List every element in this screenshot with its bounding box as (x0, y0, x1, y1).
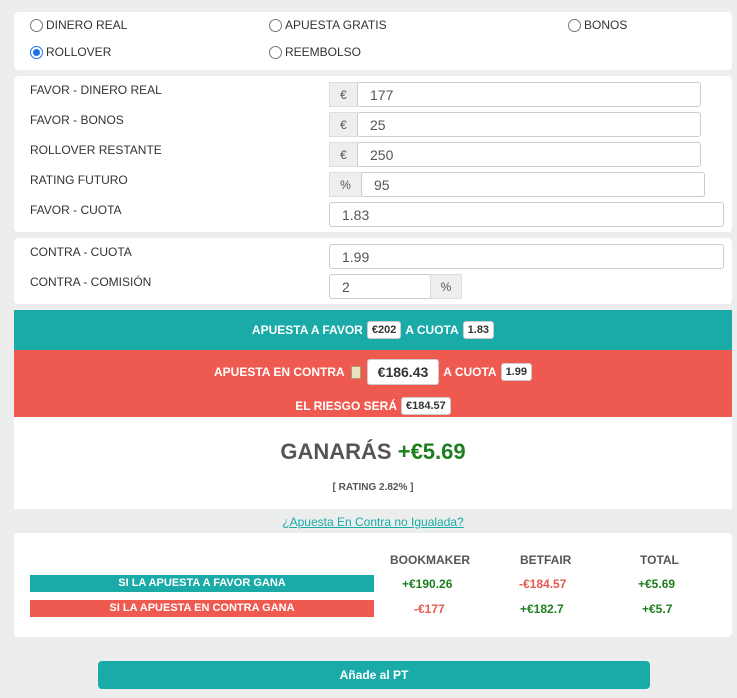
favor-bonos-label: FAVOR - BONOS (30, 113, 124, 127)
radio-circle[interactable] (568, 18, 581, 32)
favor-cuota-badge: 1.83 (462, 321, 495, 339)
contra-amount-input[interactable]: €186.43 (366, 359, 440, 385)
favor-amount-badge: €202 (366, 321, 402, 339)
header-betfair: BETFAIR (520, 553, 572, 567)
favor-panel: FAVOR - DINERO REAL € 177 FAVOR - BONOS … (14, 76, 732, 232)
row-favor-betfair: -€184.57 (519, 577, 567, 591)
row-contra-bookmaker: -€177 (414, 602, 445, 616)
clipboard-icon[interactable] (350, 365, 361, 379)
contra-comision-input[interactable]: 2 (329, 274, 431, 299)
radio-circle[interactable] (30, 18, 43, 32)
apuesta-no-igualada-link[interactable]: ¿Apuesta En Contra no Igualada? (282, 515, 463, 529)
ganaras-label: GANARÁS (280, 439, 392, 464)
ganaras-box: GANARÁS +€5.69 [ RATING 2.82% ] (14, 417, 732, 509)
favor-bonos-input[interactable]: 25 (357, 112, 701, 137)
percent-addon: % (329, 172, 362, 197)
contra-result-band: APUESTA EN CONTRA €186.43 A CUOTA 1.99 E… (14, 350, 732, 417)
summary-panel: BOOKMAKER BETFAIR TOTAL SI LA APUESTA A … (14, 533, 732, 637)
radio-rollover[interactable]: ROLLOVER (30, 45, 111, 59)
contra-panel: CONTRA - CUOTA 1.99 CONTRA - COMISIÓN 2 … (14, 238, 732, 304)
radio-circle[interactable] (269, 45, 282, 59)
favor-result-band: APUESTA A FAVOR €202 A CUOTA 1.83 (14, 310, 732, 350)
percent-addon: % (430, 274, 462, 299)
radio-dinero-real[interactable]: DINERO REAL (30, 18, 127, 32)
radio-apuesta-gratis[interactable]: APUESTA GRATIS (269, 18, 387, 32)
contra-cuota-label: CONTRA - CUOTA (30, 245, 132, 259)
riesgo-amount-badge: €184.57 (401, 397, 451, 415)
currency-addon: € (329, 142, 358, 167)
radio-circle-selected[interactable] (30, 45, 43, 59)
rating-futuro-input[interactable]: 95 (361, 172, 705, 197)
rollover-restante-label: ROLLOVER RESTANTE (30, 143, 162, 157)
radio-bonos[interactable]: BONOS (568, 18, 627, 32)
contra-cuota-input[interactable]: 1.99 (329, 244, 724, 269)
currency-addon: € (329, 112, 358, 137)
mode-panel: DINERO REAL APUESTA GRATIS BONOS ROLLOVE… (14, 12, 732, 70)
radio-reembolso[interactable]: REEMBOLSO (269, 45, 361, 59)
header-bookmaker: BOOKMAKER (390, 553, 470, 567)
favor-dinero-real-input[interactable]: 177 (357, 82, 701, 107)
row-contra-total: +€5.7 (642, 602, 673, 616)
row-favor-bookmaker: +€190.26 (402, 577, 453, 591)
favor-dinero-real-label: FAVOR - DINERO REAL (30, 83, 162, 97)
row-contra-betfair: +€182.7 (520, 602, 564, 616)
row-favor-total: +€5.69 (638, 577, 676, 591)
row-contra-label: SI LA APUESTA EN CONTRA GANA (30, 600, 374, 617)
add-to-pt-button[interactable]: Añade al PT (98, 661, 650, 689)
rating-futuro-label: RATING FUTURO (30, 173, 128, 187)
favor-cuota-input[interactable]: 1.83 (329, 202, 724, 227)
header-total: TOTAL (640, 553, 679, 567)
contra-cuota-badge: 1.99 (500, 363, 533, 381)
currency-addon: € (329, 82, 358, 107)
rollover-restante-input[interactable]: 250 (357, 142, 701, 167)
rating-text: [ RATING 2.82% ] (332, 482, 414, 493)
contra-comision-label: CONTRA - COMISIÓN (30, 275, 152, 289)
radio-circle[interactable] (269, 18, 282, 32)
ganaras-value: +€5.69 (397, 439, 466, 464)
favor-cuota-label: FAVOR - CUOTA (30, 203, 122, 217)
row-favor-label: SI LA APUESTA A FAVOR GANA (30, 575, 374, 592)
